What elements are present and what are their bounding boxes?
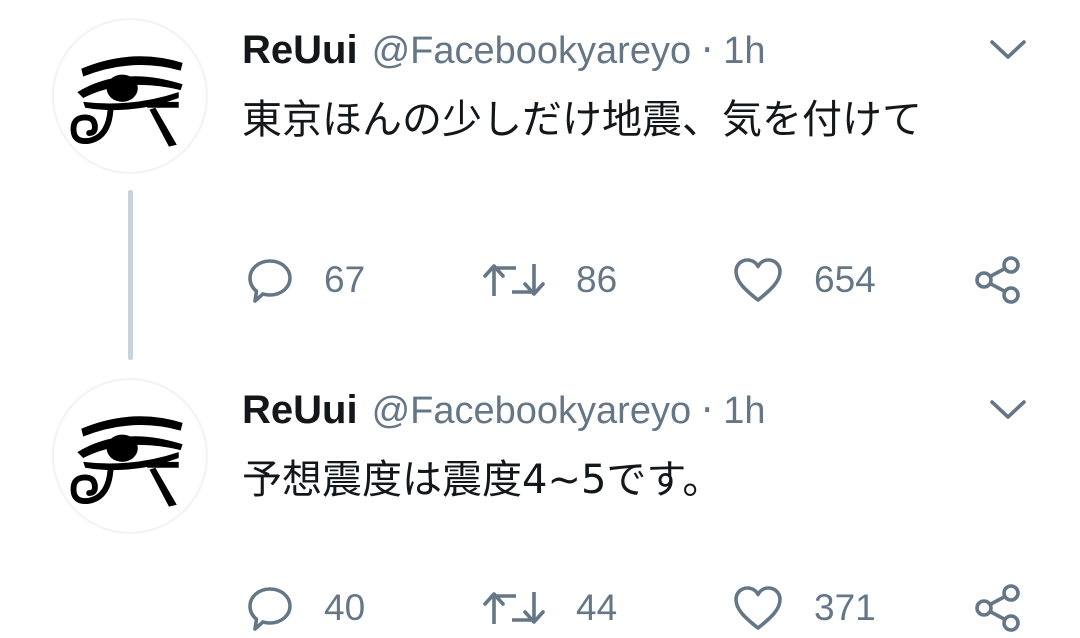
tweet[interactable]: ReUui @Facebookyareyo · 1h 東京ほんの少しだけ地震、気… — [0, 0, 1080, 360]
tweet-text: 東京ほんの少しだけ地震、気を付けて — [242, 97, 922, 143]
timestamp[interactable]: 1h — [723, 27, 765, 75]
avatar[interactable] — [52, 378, 208, 534]
reply-bubble-icon — [246, 584, 294, 632]
display-name[interactable]: ReUui — [242, 386, 358, 434]
eye-of-horus-icon — [54, 380, 206, 532]
thread-line — [128, 190, 133, 360]
share-button[interactable] — [972, 250, 1024, 310]
reply-bubble-icon — [246, 256, 294, 304]
heart-icon — [732, 256, 784, 304]
avatar[interactable] — [52, 18, 208, 174]
separator-dot: · — [701, 388, 714, 432]
reply-button[interactable]: 40 — [246, 578, 365, 638]
chevron-down-icon — [988, 38, 1028, 62]
tweet[interactable]: ReUui @Facebookyareyo · 1h 予想震度は震度4~5です。… — [0, 360, 1080, 626]
eye-of-horus-icon — [54, 20, 206, 172]
like-count: 371 — [814, 587, 876, 628]
user-handle[interactable]: @Facebookyareyo — [372, 387, 692, 435]
like-count: 654 — [814, 259, 876, 300]
tweet-menu-button[interactable] — [988, 398, 1028, 422]
retweet-button[interactable]: 44 — [482, 578, 617, 638]
display-name[interactable]: ReUui — [242, 26, 358, 74]
tweet-header: ReUui @Facebookyareyo · 1h — [242, 26, 765, 74]
user-handle[interactable]: @Facebookyareyo — [372, 27, 692, 75]
separator-dot: · — [701, 28, 714, 72]
reply-count: 67 — [324, 259, 366, 300]
reply-count: 40 — [324, 587, 366, 628]
timestamp[interactable]: 1h — [723, 387, 765, 435]
retweet-button[interactable]: 86 — [482, 250, 617, 310]
share-icon — [972, 582, 1024, 634]
retweet-icon — [482, 584, 546, 632]
like-button[interactable]: 654 — [732, 250, 876, 310]
chevron-down-icon — [988, 398, 1028, 422]
tweet-header: ReUui @Facebookyareyo · 1h — [242, 386, 765, 434]
retweet-count: 44 — [576, 587, 618, 628]
tweet-menu-button[interactable] — [988, 38, 1028, 62]
share-button[interactable] — [972, 578, 1024, 638]
heart-icon — [732, 584, 784, 632]
like-button[interactable]: 371 — [732, 578, 876, 638]
share-icon — [972, 254, 1024, 306]
retweet-count: 86 — [576, 259, 618, 300]
tweet-text: 予想震度は震度4~5です。 — [242, 457, 723, 503]
tweet-actions: 67 86 654 — [242, 250, 1042, 310]
retweet-icon — [482, 256, 546, 304]
reply-button[interactable]: 67 — [246, 250, 365, 310]
tweet-actions: 40 44 371 — [242, 578, 1042, 638]
